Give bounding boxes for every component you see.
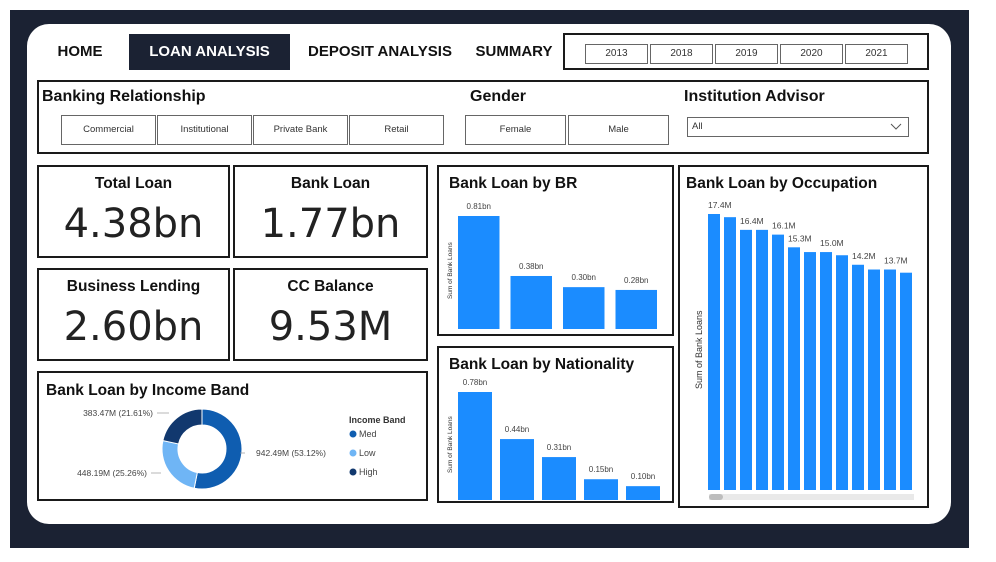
horizontal-scrollbar[interactable] — [709, 494, 914, 500]
bar[interactable] — [458, 216, 500, 329]
kpi-value: 4.38bn — [63, 201, 204, 247]
donut-slice[interactable] — [162, 408, 203, 445]
bar[interactable] — [626, 486, 660, 500]
bar[interactable] — [510, 275, 553, 329]
legend-item[interactable]: Med — [359, 429, 377, 439]
legend-marker — [349, 449, 357, 457]
bar[interactable] — [900, 272, 912, 490]
kpi-card-cc-balance: CC Balance 9.53M — [233, 268, 428, 361]
gender-label: Gender — [470, 88, 527, 105]
bar[interactable] — [868, 269, 880, 490]
legend-item[interactable]: High — [359, 467, 378, 477]
bar[interactable] — [836, 255, 848, 490]
data-label: 0.15bn — [589, 465, 613, 474]
kpi-card-bank-loan: Bank Loan 1.77bn — [233, 165, 428, 258]
year-button-2020[interactable]: 2020 — [780, 44, 843, 64]
slice-label: 383.47M (21.61%) — [83, 408, 153, 418]
dropdown-value: All — [692, 121, 703, 132]
bar[interactable] — [500, 439, 534, 500]
data-label: 0.44bn — [505, 425, 529, 434]
bar[interactable] — [788, 247, 800, 490]
slicer-institutional[interactable]: Institutional — [157, 115, 252, 145]
tab-loan-analysis[interactable]: LOAN ANALYSIS — [129, 34, 290, 70]
data-label: 14.2M — [852, 251, 876, 261]
y-axis-label: Sum of Bank Loans — [447, 416, 454, 473]
slicer-retail[interactable]: Retail — [349, 115, 444, 145]
kpi-title: Total Loan — [94, 175, 173, 192]
year-button-2013[interactable]: 2013 — [585, 44, 648, 64]
br-chart-panel: Bank Loan by BR Sum of Bank Loans 0.81bn… — [437, 165, 674, 336]
slicer-female[interactable]: Female — [465, 115, 566, 145]
nationality-chart-panel: Bank Loan by Nationality Sum of Bank Loa… — [437, 346, 674, 503]
donut-slice[interactable] — [161, 439, 198, 489]
slicer-male[interactable]: Male — [568, 115, 669, 145]
data-label: 15.3M — [788, 233, 812, 243]
nationality-bar-chart: Sum of Bank Loans 0.78bn 0.44bn 0.31bn 0.15… — [447, 378, 660, 500]
kpi-value: 2.60bn — [63, 304, 204, 350]
bar[interactable] — [852, 264, 864, 490]
kpi-value: 9.53M — [268, 304, 393, 350]
data-label: 15.0M — [820, 238, 844, 248]
legend-marker — [349, 468, 357, 476]
data-label: 0.30bn — [572, 273, 596, 282]
y-axis-label: Sum of Bank Loans — [447, 242, 454, 299]
data-label: 0.31bn — [547, 443, 571, 452]
bar[interactable] — [708, 214, 720, 490]
kpi-card-business-lending: Business Lending 2.60bn — [37, 268, 230, 361]
year-button-2019[interactable]: 2019 — [715, 44, 778, 64]
bar[interactable] — [724, 217, 736, 490]
bar[interactable] — [584, 479, 618, 500]
data-label: 0.81bn — [467, 202, 491, 211]
data-label: 16.4M — [740, 216, 764, 226]
tab-home[interactable]: HOME — [45, 34, 115, 70]
data-label: 0.10bn — [631, 472, 655, 481]
occupation-bar-chart: Sum of Bank Loans 17.4M 16.4M 16.1M 15.3M 15… — [694, 200, 914, 500]
bar[interactable] — [458, 392, 492, 500]
institution-advisor-dropdown[interactable]: All — [687, 117, 909, 137]
kpi-card-total-loan: Total Loan 4.38bn — [37, 165, 230, 258]
slicer-private-bank[interactable]: Private Bank — [253, 115, 348, 145]
banking-relationship-label: Banking Relationship — [42, 88, 206, 105]
data-label: 16.1M — [772, 221, 796, 231]
year-button-2018[interactable]: 2018 — [650, 44, 713, 64]
legend-item[interactable]: Low — [359, 448, 376, 458]
bar[interactable] — [804, 252, 816, 490]
tab-summary[interactable]: SUMMARY — [468, 34, 560, 70]
income-band-donut-chart: Income Band 942.49M (53.12%) 448.19M (25.… — [77, 408, 406, 490]
legend-title: Income Band — [349, 415, 406, 425]
bar[interactable] — [820, 252, 832, 490]
bar[interactable] — [884, 269, 896, 490]
data-label: 13.7M — [884, 256, 908, 266]
kpi-title: Business Lending — [66, 278, 201, 295]
occupation-chart-panel: Bank Loan by Occupation Sum of Bank Loan… — [678, 165, 929, 508]
slice-label: 942.49M (53.12%) — [256, 448, 326, 458]
bar[interactable] — [563, 287, 605, 329]
kpi-title: CC Balance — [287, 278, 374, 295]
slice-label: 448.19M (25.26%) — [77, 468, 147, 478]
year-button-2021[interactable]: 2021 — [845, 44, 908, 64]
bar[interactable] — [740, 229, 752, 490]
chevron-down-icon — [890, 123, 902, 130]
slicer-commercial[interactable]: Commercial — [61, 115, 156, 145]
data-label: 0.38bn — [519, 262, 543, 271]
kpi-value: 1.77bn — [260, 201, 401, 247]
y-axis-label: Sum of Bank Loans — [694, 310, 704, 389]
legend-marker — [349, 430, 357, 438]
bar[interactable] — [772, 234, 784, 490]
bar[interactable] — [615, 289, 658, 329]
tab-deposit-analysis[interactable]: DEPOSIT ANALYSIS — [302, 34, 458, 70]
institution-advisor-label: Institution Advisor — [684, 88, 825, 105]
income-band-panel: Bank Loan by Income Band Income Band 942… — [37, 371, 428, 501]
bar[interactable] — [542, 457, 576, 500]
scrollbar-thumb[interactable] — [709, 494, 723, 500]
data-label: 0.78bn — [463, 378, 487, 387]
data-label: 0.28bn — [624, 276, 648, 285]
bar[interactable] — [756, 229, 768, 490]
data-label: 17.4M — [708, 200, 732, 210]
br-bar-chart: Sum of Bank Loans 0.81bn 0.38bn 0.30bn 0.28… — [447, 202, 658, 329]
kpi-title: Bank Loan — [290, 175, 371, 192]
